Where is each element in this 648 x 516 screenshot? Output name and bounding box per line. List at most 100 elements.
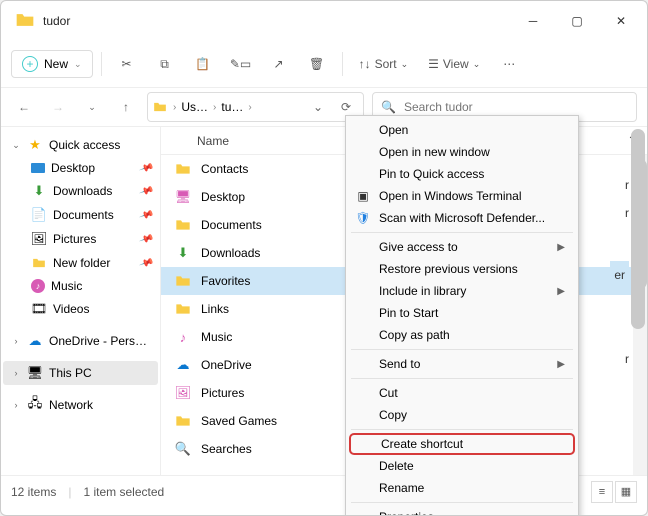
menu-item-pin-to-quick-access[interactable]: Pin to Quick access <box>349 163 575 185</box>
menu-item-restore-previous-versions[interactable]: Restore previous versions <box>349 258 575 280</box>
expand-icon[interactable]: › <box>11 336 21 346</box>
folder-icon <box>31 255 47 271</box>
context-menu: Open Open in new window Pin to Quick acces… <box>345 115 579 516</box>
folder-icon <box>175 413 191 429</box>
menu-item-open-in-windows-terminal[interactable]: ▣ Open in Windows Terminal <box>349 185 575 207</box>
selection-count: 1 item selected <box>83 485 164 499</box>
menu-item-create-shortcut[interactable]: Create shortcut <box>349 433 575 455</box>
sidebar-item-documents[interactable]: 📄Documents📌 <box>3 203 158 227</box>
sort-button[interactable]: ↑↓ Sort ⌄ <box>351 47 417 81</box>
minimize-button[interactable]: ─ <box>511 6 555 36</box>
menu-item-copy-as-path[interactable]: Copy as path <box>349 324 575 346</box>
close-button[interactable]: ✕ <box>599 6 643 36</box>
menu-item-send-to[interactable]: Send to ▶ <box>349 353 575 375</box>
back-button[interactable]: ← <box>11 94 37 120</box>
view-button[interactable]: ☰ View ⌄ <box>420 47 488 81</box>
column-name[interactable]: Name <box>197 134 229 148</box>
scrollbar-thumb[interactable] <box>631 129 645 329</box>
pin-icon: 📌 <box>138 231 154 246</box>
breadcrumb-segment[interactable]: tu… <box>221 100 243 114</box>
rename-icon[interactable]: ✎▭ <box>224 47 258 81</box>
expand-icon[interactable]: ⌄ <box>11 140 21 151</box>
separator <box>342 52 343 76</box>
download-icon: ⬇ <box>31 183 47 199</box>
file-name: Music <box>201 330 232 344</box>
up-button[interactable]: ↑ <box>113 94 139 120</box>
window-scrollbar[interactable] <box>631 129 645 459</box>
menu-separator <box>351 378 573 379</box>
folder-icon <box>15 10 37 32</box>
breadcrumb-segment[interactable]: Us… <box>181 100 208 114</box>
sidebar-label: OneDrive - Personal <box>49 334 149 348</box>
overflow-button[interactable]: ⋯ <box>492 47 526 81</box>
maximize-button[interactable]: ▢ <box>555 6 599 36</box>
menu-label: Send to <box>379 357 420 371</box>
sidebar-network[interactable]: ›🖧Network <box>3 393 158 417</box>
cut-icon[interactable]: ✂ <box>110 47 144 81</box>
menu-item-give-access-to[interactable]: Give access to▶ <box>349 236 575 258</box>
menu-item-copy[interactable]: Copy <box>349 404 575 426</box>
network-icon: 🖧 <box>27 397 43 413</box>
folder-icon <box>175 273 191 289</box>
window-title: tudor <box>43 14 70 28</box>
menu-label: Copy as path <box>379 328 450 342</box>
sidebar-item-newfolder[interactable]: New folder📌 <box>3 251 158 275</box>
menu-item-rename[interactable]: Rename <box>349 477 575 499</box>
terminal-icon: ▣ <box>355 188 371 204</box>
menu-item-open-in-new-window[interactable]: Open in new window <box>349 141 575 163</box>
view-icon: ☰ <box>428 57 439 71</box>
menu-label: Properties <box>379 510 434 516</box>
menu-separator <box>351 502 573 503</box>
sidebar-quick-access[interactable]: ⌄ ★ Quick access <box>3 133 158 157</box>
sidebar-item-downloads[interactable]: ⬇Downloads📌 <box>3 179 158 203</box>
breadcrumb[interactable]: › Us… › tu… › ⌄ ⟳ <box>147 92 364 122</box>
menu-label: Pin to Quick access <box>379 167 484 181</box>
share-icon[interactable]: ↗ <box>262 47 296 81</box>
new-button[interactable]: + New ⌄ <box>11 50 93 78</box>
sidebar-thispc[interactable]: ›🖥This PC <box>3 361 158 385</box>
view-label: View <box>443 57 469 71</box>
menu-separator <box>351 429 573 430</box>
sidebar-item-desktop[interactable]: Desktop📌 <box>3 157 158 179</box>
folder-icon <box>152 99 168 115</box>
menu-item-pin-to-start[interactable]: Pin to Start <box>349 302 575 324</box>
sidebar-item-pictures[interactable]: 🖼Pictures📌 <box>3 227 158 251</box>
sidebar-item-music[interactable]: ♪Music <box>3 275 158 297</box>
expand-icon[interactable]: › <box>11 400 21 410</box>
menu-label: Open in Windows Terminal <box>379 189 522 203</box>
menu-item-scan-with-microsoft-defender[interactable]: 🛡Scan with Microsoft Defender... <box>349 207 575 229</box>
menu-item-properties[interactable]: Properties <box>349 506 575 516</box>
delete-icon[interactable]: 🗑 <box>300 47 334 81</box>
chevron-right-icon[interactable]: › <box>245 102 254 113</box>
pin-icon: 📌 <box>138 255 154 270</box>
explorer-window: tudor ─ ▢ ✕ + New ⌄ ✂ ⧉ 📋 ✎▭ ↗ 🗑 ↑↓ Sort… <box>0 0 648 516</box>
menu-label: Open <box>379 123 408 137</box>
file-name: OneDrive <box>201 358 252 372</box>
search-input[interactable] <box>404 100 628 114</box>
menu-item-delete[interactable]: Delete <box>349 455 575 477</box>
paste-icon[interactable]: 📋 <box>186 47 220 81</box>
menu-item-open[interactable]: Open <box>349 119 575 141</box>
menu-item-cut[interactable]: Cut <box>349 382 575 404</box>
history-dropdown[interactable]: ⌄ <box>305 94 331 120</box>
submenu-arrow-icon: ▶ <box>557 359 565 370</box>
chevron-right-icon[interactable]: › <box>170 102 179 113</box>
menu-item-include-in-library[interactable]: Include in library ▶ <box>349 280 575 302</box>
recent-button[interactable]: ⌄ <box>79 94 105 120</box>
forward-button[interactable]: → <box>45 94 71 120</box>
sidebar-item-videos[interactable]: 🎞Videos <box>3 297 158 321</box>
file-name: Desktop <box>201 190 245 204</box>
menu-label: Include in library <box>379 284 466 298</box>
menu-label: Restore previous versions <box>379 262 518 276</box>
sidebar-onedrive[interactable]: ›☁OneDrive - Personal <box>3 329 158 353</box>
file-name: Searches <box>201 442 252 456</box>
thumb-view-button[interactable]: ▦ <box>615 481 637 503</box>
details-view-button[interactable]: ≡ <box>591 481 613 503</box>
menu-label: Open in new window <box>379 145 490 159</box>
submenu-arrow-icon: ▶ <box>557 286 565 297</box>
copy-icon[interactable]: ⧉ <box>148 47 182 81</box>
document-icon: 📄 <box>31 207 47 223</box>
expand-icon[interactable]: › <box>11 368 21 378</box>
folder-icon: 🔍 <box>175 441 191 457</box>
chevron-right-icon[interactable]: › <box>210 102 219 113</box>
